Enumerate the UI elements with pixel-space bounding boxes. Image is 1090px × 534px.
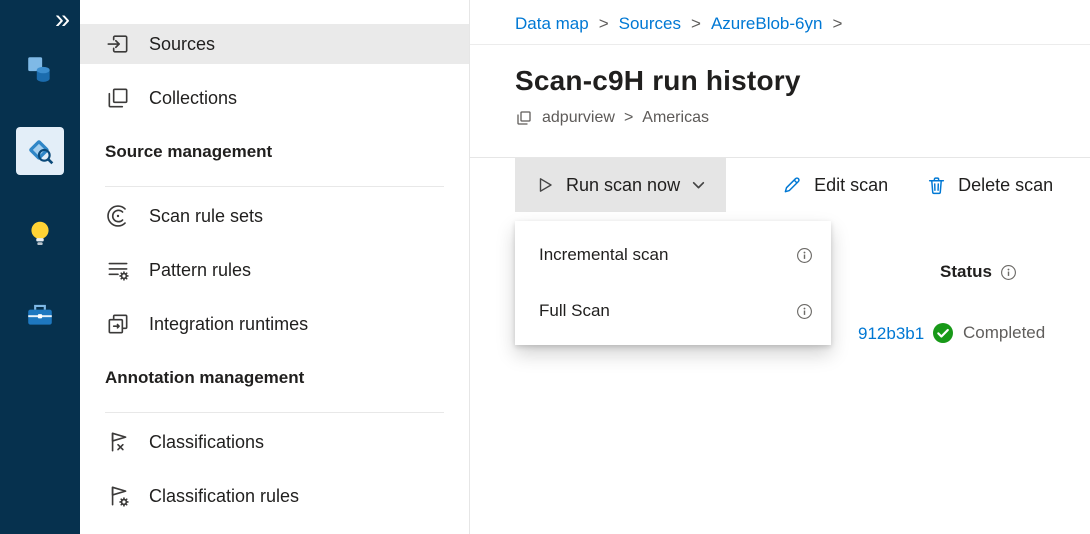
collection-separator: > bbox=[624, 109, 633, 127]
info-icon[interactable] bbox=[1000, 264, 1017, 281]
rail-item-insights[interactable] bbox=[16, 209, 64, 257]
section-header-label: Annotation management bbox=[105, 368, 304, 388]
command-bar: Run scan now Edit scan bbox=[470, 157, 1090, 212]
sidebar-item-integration-runtimes[interactable]: Integration runtimes bbox=[80, 304, 469, 344]
edit-pencil-icon bbox=[782, 175, 803, 196]
app-rail: » bbox=[0, 0, 80, 534]
status-cell: Completed bbox=[932, 322, 1045, 344]
breadcrumb: Data map > Sources > AzureBlob-6yn > bbox=[470, 0, 1090, 45]
collections-icon bbox=[105, 85, 131, 111]
play-icon bbox=[535, 175, 555, 195]
edit-scan-button[interactable]: Edit scan bbox=[768, 158, 902, 212]
breadcrumb-azureblob[interactable]: AzureBlob-6yn bbox=[711, 14, 823, 34]
sidebar-section-annotation-management: Annotation management bbox=[80, 358, 469, 398]
run-scan-now-button[interactable]: Run scan now bbox=[515, 158, 726, 212]
scan-rule-sets-icon bbox=[105, 203, 131, 229]
run-scan-dropdown-menu: Incremental scan Full Scan bbox=[515, 221, 831, 345]
rail-item-scans[interactable] bbox=[16, 127, 64, 175]
breadcrumb-sources[interactable]: Sources bbox=[619, 14, 681, 34]
delete-scan-label: Delete scan bbox=[958, 175, 1053, 196]
sidebar-item-label: Sources bbox=[149, 34, 215, 55]
main-content: Data map > Sources > AzureBlob-6yn > Sca… bbox=[470, 0, 1090, 534]
scan-nav-sidebar: Sources Collections Source management Sc… bbox=[80, 0, 470, 534]
scan-icon bbox=[25, 136, 55, 166]
page-title: Scan-c9H run history bbox=[515, 65, 1090, 97]
rail-item-management[interactable] bbox=[16, 291, 64, 339]
status-header-label: Status bbox=[940, 262, 992, 282]
breadcrumb-data-map[interactable]: Data map bbox=[515, 14, 589, 34]
expand-nav-button[interactable]: » bbox=[55, 6, 70, 33]
sidebar-item-collections[interactable]: Collections bbox=[80, 78, 469, 118]
toolbox-icon bbox=[25, 300, 55, 330]
collection-child: Americas bbox=[642, 109, 709, 127]
divider bbox=[105, 412, 444, 413]
collection-root: adpurview bbox=[542, 109, 615, 127]
info-icon[interactable] bbox=[796, 303, 813, 320]
trash-icon bbox=[926, 175, 947, 196]
menu-item-incremental-scan[interactable]: Incremental scan bbox=[515, 227, 831, 283]
sidebar-section-source-management: Source management bbox=[80, 132, 469, 172]
collection-path: adpurview > Americas bbox=[515, 109, 1090, 127]
info-icon[interactable] bbox=[796, 247, 813, 264]
pattern-rules-icon bbox=[105, 257, 131, 283]
completed-check-icon bbox=[932, 322, 954, 344]
delete-scan-button[interactable]: Delete scan bbox=[912, 158, 1067, 212]
sidebar-item-scan-rule-sets[interactable]: Scan rule sets bbox=[80, 196, 469, 236]
run-id-link[interactable]: 912b3b1 bbox=[858, 324, 924, 344]
menu-item-label: Full Scan bbox=[539, 301, 610, 321]
collection-icon bbox=[515, 109, 533, 127]
menu-item-label: Incremental scan bbox=[539, 245, 668, 265]
chevron-down-icon bbox=[691, 178, 706, 193]
sources-icon bbox=[105, 31, 131, 57]
sidebar-item-classification-rules[interactable]: Classification rules bbox=[80, 476, 469, 516]
sidebar-item-label: Classification rules bbox=[149, 486, 299, 507]
status-column-header: Status bbox=[940, 262, 1017, 282]
purview-app: » bbox=[0, 0, 1090, 534]
breadcrumb-separator: > bbox=[691, 14, 701, 34]
breadcrumb-separator: > bbox=[599, 14, 609, 34]
menu-item-full-scan[interactable]: Full Scan bbox=[515, 283, 831, 339]
integration-runtimes-icon bbox=[105, 311, 131, 337]
sidebar-item-label: Classifications bbox=[149, 432, 264, 453]
double-chevron-icon: » bbox=[55, 4, 70, 34]
section-header-label: Source management bbox=[105, 142, 272, 162]
edit-scan-label: Edit scan bbox=[814, 175, 888, 196]
sidebar-item-label: Pattern rules bbox=[149, 260, 251, 281]
sidebar-item-label: Scan rule sets bbox=[149, 206, 263, 227]
lightbulb-icon bbox=[25, 218, 55, 248]
sidebar-item-sources[interactable]: Sources bbox=[80, 24, 469, 64]
status-label: Completed bbox=[963, 323, 1045, 343]
sidebar-item-pattern-rules[interactable]: Pattern rules bbox=[80, 250, 469, 290]
classification-rules-icon bbox=[105, 483, 131, 509]
rail-item-data-map[interactable] bbox=[16, 45, 64, 93]
divider bbox=[105, 186, 444, 187]
sidebar-item-label: Integration runtimes bbox=[149, 314, 308, 335]
breadcrumb-separator: > bbox=[832, 14, 842, 34]
sidebar-item-label: Collections bbox=[149, 88, 237, 109]
classifications-icon bbox=[105, 429, 131, 455]
run-scan-label: Run scan now bbox=[566, 175, 680, 196]
sidebar-item-classifications[interactable]: Classifications bbox=[80, 422, 469, 462]
data-map-icon bbox=[25, 54, 55, 84]
